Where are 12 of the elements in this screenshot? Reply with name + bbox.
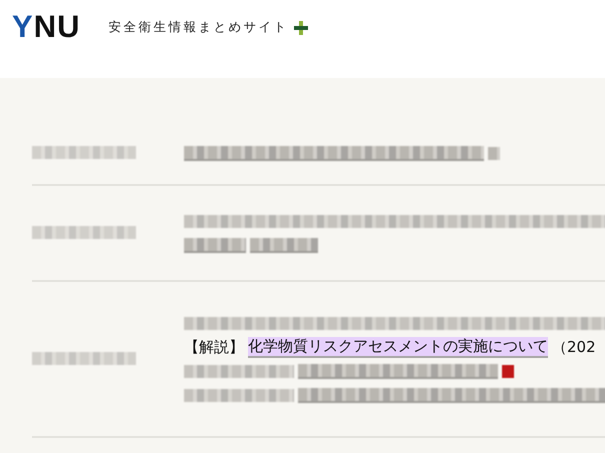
blurred-link[interactable] bbox=[298, 388, 605, 402]
blurred-link[interactable] bbox=[298, 364, 498, 378]
category-label: （202 bbox=[552, 338, 596, 356]
category-label: 【解説】 bbox=[184, 338, 244, 356]
plus-icon bbox=[294, 20, 308, 34]
blurred-link[interactable] bbox=[250, 238, 318, 252]
logo[interactable]: YNU bbox=[12, 13, 80, 41]
news-link[interactable]: 化学物質リスクアセスメントの実施について bbox=[248, 336, 548, 358]
file-icon bbox=[502, 364, 514, 378]
blurred-link[interactable] bbox=[184, 146, 484, 160]
site-title: 安全衛生情報まとめサイト bbox=[108, 19, 288, 36]
blurred-link[interactable] bbox=[184, 238, 246, 252]
